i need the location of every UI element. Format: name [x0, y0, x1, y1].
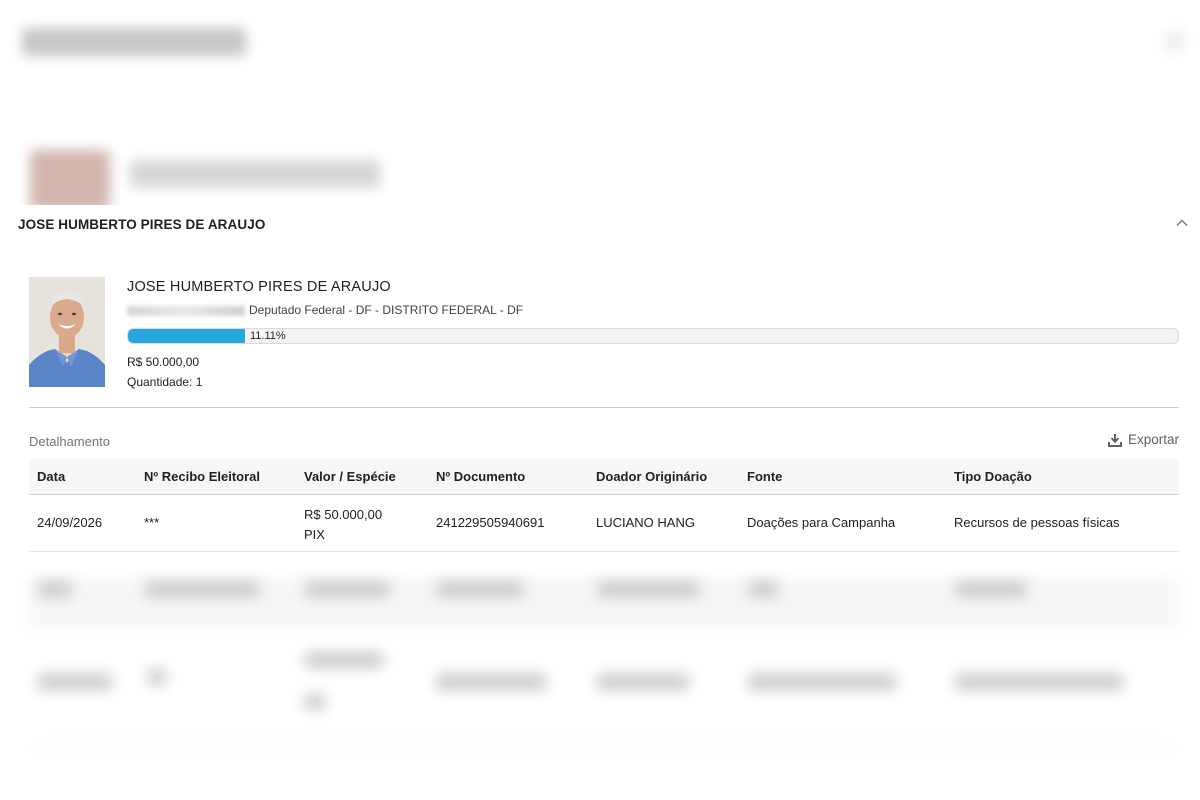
blurred-cell	[748, 581, 778, 597]
blurred-cell	[955, 581, 1027, 597]
blurred-cell	[597, 674, 689, 690]
cell-valor: R$ 50.000,00	[304, 507, 383, 522]
panel-header-title[interactable]: JOSE HUMBERTO PIRES DE ARAUJO	[18, 217, 265, 232]
blurred-name	[130, 160, 380, 188]
candidate-name: JOSE HUMBERTO PIRES DE ARAUJO	[127, 279, 391, 295]
progress-label: 11.11%	[250, 330, 286, 342]
cell-valor-especie: R$ 50.000,00 PIX	[304, 505, 382, 545]
details-section-label: Detalhamento	[29, 434, 110, 449]
cell-fonte: Doações para Campanha	[747, 515, 896, 530]
blurred-cell	[38, 674, 112, 690]
candidate-role-line: Deputado Federal - DF - DISTRITO FEDERAL…	[127, 303, 523, 317]
blurred-cell	[305, 652, 383, 668]
candidate-quantity: Quantidade: 1	[127, 375, 203, 389]
blurred-background-top	[0, 0, 1200, 210]
progress-fill	[128, 329, 245, 343]
donation-progress-bar: 11.11%	[127, 328, 1179, 344]
blurred-cell	[38, 581, 72, 597]
candidate-amount: R$ 50.000,00	[127, 355, 200, 369]
export-label: Exportar	[1127, 432, 1179, 447]
blurred-divider	[29, 745, 1179, 746]
col-header-tipo[interactable]: Tipo Doação	[954, 469, 1032, 484]
blurred-cell	[305, 581, 390, 597]
blurred-cell	[436, 674, 546, 690]
candidate-role: Deputado Federal - DF - DISTRITO FEDERAL…	[249, 303, 524, 317]
blurred-cell	[436, 581, 524, 597]
cell-tipo: Recursos de pessoas físicas	[954, 515, 1120, 530]
candidate-summary: JOSE HUMBERTO PIRES DE ARAUJO Deputado F…	[29, 277, 1179, 407]
table-header: Data Nº Recibo Eleitoral Valor / Espécie…	[29, 459, 1179, 495]
col-header-doador[interactable]: Doador Originário	[596, 469, 707, 484]
download-icon	[1107, 433, 1122, 447]
col-header-valor[interactable]: Valor / Espécie	[304, 469, 396, 484]
blurred-photo	[30, 150, 110, 210]
cell-data: 24/09/2026	[37, 515, 103, 530]
blurred-cell	[148, 669, 166, 685]
cell-especie: PIX	[304, 527, 325, 542]
col-header-recibo[interactable]: Nº Recibo Eleitoral	[144, 469, 260, 484]
redacted-candidate-id	[127, 305, 245, 316]
candidate-photo	[29, 277, 105, 387]
section-divider	[29, 407, 1179, 408]
table-row: 24/09/2026 *** R$ 50.000,00 PIX 241229505…	[29, 495, 1179, 552]
blurred-cell	[955, 674, 1123, 690]
blurred-background-bottom	[0, 577, 1200, 800]
blurred-cell	[305, 694, 325, 710]
blurred-title	[22, 28, 246, 56]
donations-table: Data Nº Recibo Eleitoral Valor / Espécie…	[29, 459, 1179, 552]
chevron-up-icon[interactable]	[1174, 215, 1190, 231]
col-header-fonte[interactable]: Fonte	[747, 469, 782, 484]
export-button[interactable]: Exportar	[1107, 432, 1179, 447]
col-header-documento[interactable]: Nº Documento	[436, 469, 525, 484]
candidate-panel: JOSE HUMBERTO PIRES DE ARAUJO JOSE HUMBE…	[0, 205, 1200, 577]
cell-documento: 241229505940691	[436, 515, 545, 530]
col-header-data[interactable]: Data	[37, 469, 65, 484]
blurred-corner-icon	[1164, 30, 1186, 52]
blurred-cell	[145, 581, 260, 597]
cell-recibo: ***	[144, 515, 160, 530]
blurred-cell	[597, 581, 700, 597]
cell-doador: LUCIANO HANG	[596, 515, 695, 530]
blurred-cell	[748, 674, 896, 690]
